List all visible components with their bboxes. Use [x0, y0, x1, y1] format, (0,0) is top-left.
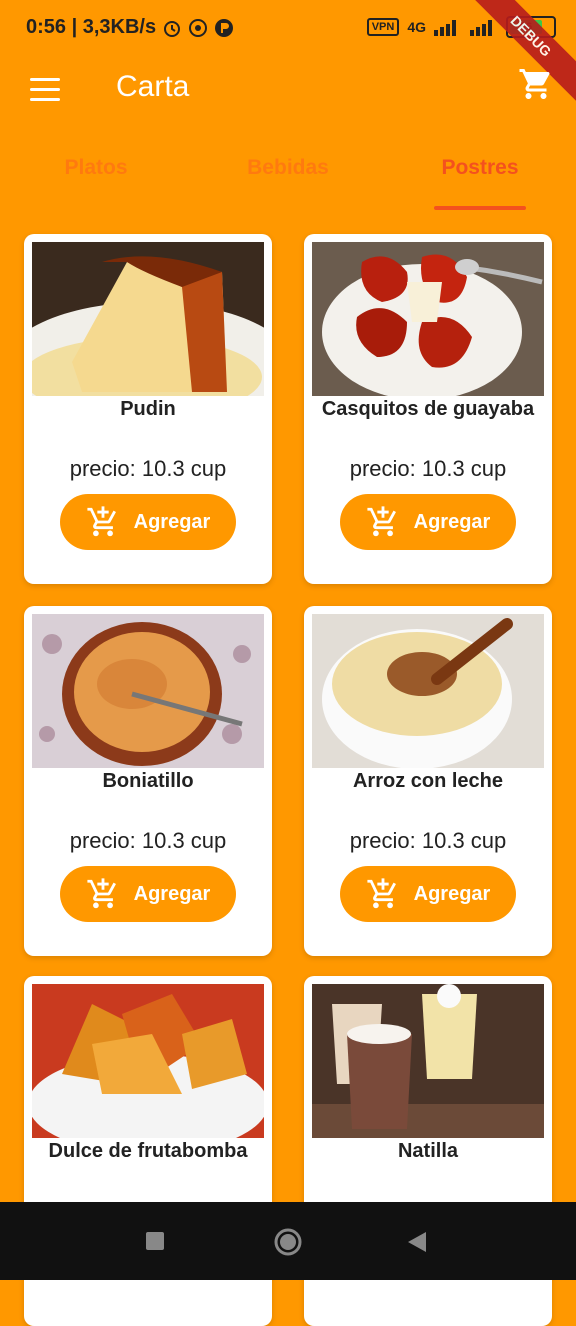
- add-shopping-cart-icon: [367, 506, 396, 537]
- status-bar: 0:56 | 3,3KB/s VPN 4G 66 DEBUG: [0, 0, 576, 107]
- product-image-pudin: [32, 242, 264, 396]
- product-name: Arroz con leche: [352, 770, 504, 792]
- add-to-cart-button[interactable]: Agregar: [340, 494, 516, 550]
- status-left: 0:56 | 3,3KB/s: [26, 16, 234, 39]
- whatsapp-icon: [189, 18, 208, 37]
- tab-active-indicator: [434, 206, 526, 210]
- app-notification-icon: [215, 18, 234, 37]
- product-image-frutabomba: [32, 984, 264, 1138]
- signal-icon: [434, 20, 456, 36]
- back-icon[interactable]: [406, 1231, 428, 1253]
- recent-apps-icon[interactable]: [146, 1232, 164, 1250]
- vpn-badge: VPN: [366, 18, 400, 36]
- product-image-boniatillo: [32, 614, 264, 768]
- add-to-cart-button[interactable]: Agregar: [340, 866, 516, 922]
- product-price: precio: 10.3 cup: [69, 456, 227, 481]
- page-title: Carta: [116, 70, 190, 103]
- product-price: precio: 10.3 cup: [69, 828, 227, 853]
- tab-postres[interactable]: Postres: [384, 156, 576, 180]
- tab-bebidas[interactable]: Bebidas: [192, 156, 384, 180]
- system-navigation-bar: [0, 1202, 576, 1280]
- add-shopping-cart-icon: [87, 878, 116, 909]
- product-price: precio: 10.3 cup: [349, 456, 507, 481]
- product-image-casquitos: [312, 242, 544, 396]
- product-name: Dulce de frutabomba: [48, 1140, 248, 1162]
- product-card[interactable]: Arroz con leche precio: 10.3 cup Agregar: [304, 606, 552, 956]
- category-tabs: Platos Bebidas Postres: [0, 130, 576, 212]
- home-icon[interactable]: [273, 1227, 303, 1257]
- hamburger-menu-icon[interactable]: [30, 78, 60, 102]
- app-bar: Carta: [0, 56, 576, 126]
- add-button-label: Agregar: [133, 882, 211, 905]
- product-price: precio: 10.3 cup: [349, 828, 507, 853]
- shopping-cart-icon[interactable]: [518, 66, 554, 102]
- status-time-speed: 0:56 | 3,3KB/s: [26, 16, 157, 38]
- product-name: Casquitos de guayaba: [321, 398, 535, 420]
- product-card[interactable]: Boniatillo precio: 10.3 cup Agregar: [24, 606, 272, 956]
- add-to-cart-button[interactable]: Agregar: [60, 866, 236, 922]
- add-shopping-cart-icon: [367, 878, 396, 909]
- alarm-icon: [164, 20, 181, 37]
- product-image-arroz-con-leche: [312, 614, 544, 768]
- product-image-natilla: [312, 984, 544, 1138]
- add-button-label: Agregar: [413, 510, 491, 533]
- product-name: Pudin: [120, 398, 176, 420]
- add-to-cart-button[interactable]: Agregar: [60, 494, 236, 550]
- product-card[interactable]: Pudin precio: 10.3 cup Agregar: [24, 234, 272, 584]
- add-button-label: Agregar: [133, 510, 211, 533]
- add-button-label: Agregar: [413, 882, 491, 905]
- tab-platos[interactable]: Platos: [0, 156, 192, 180]
- product-card[interactable]: Casquitos de guayaba precio: 10.3 cup Ag…: [304, 234, 552, 584]
- network-type: 4G: [407, 19, 426, 35]
- product-name: Natilla: [397, 1140, 459, 1162]
- signal-icon-2: [470, 20, 492, 36]
- product-name: Boniatillo: [102, 770, 194, 792]
- add-shopping-cart-icon: [87, 506, 116, 537]
